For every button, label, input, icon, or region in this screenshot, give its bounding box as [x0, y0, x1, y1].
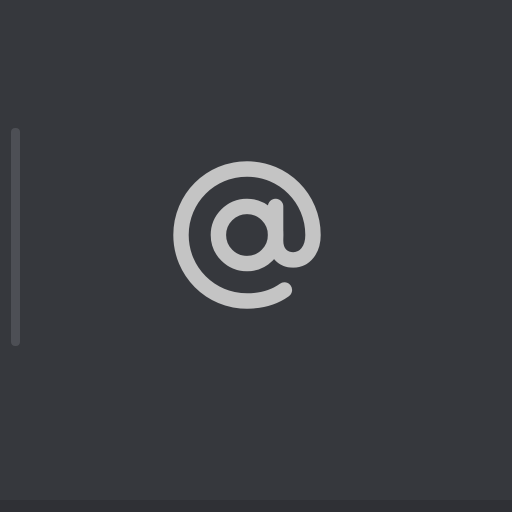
at-sign-icon	[173, 161, 321, 309]
toolbar-divider	[11, 128, 20, 346]
bottom-strip	[0, 500, 512, 512]
mention-button[interactable]	[152, 140, 342, 330]
toolbar-fragment	[0, 0, 512, 512]
